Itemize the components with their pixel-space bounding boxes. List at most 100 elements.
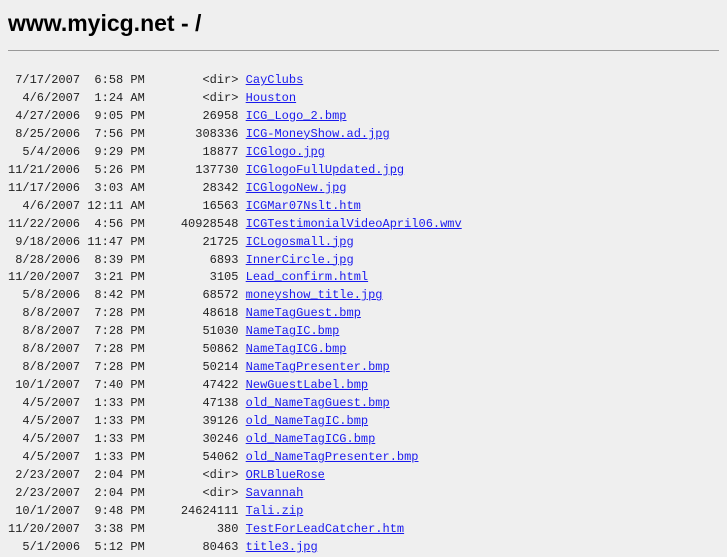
entry-date: 4/6/2007 [22,198,81,213]
entry-time: 11:47 PM [87,234,145,249]
entry-link[interactable]: TestForLeadCatcher.htm [246,522,404,536]
listing-row: 4/5/2007 1:33 PM 39126 old_NameTagIC.bmp [8,414,368,428]
entry-time: 7:28 PM [94,306,145,321]
entry-size: 30246 [202,432,239,447]
entry-size: 18877 [202,144,239,159]
entry-link[interactable]: moneyshow_title.jpg [246,288,383,302]
entry-link[interactable]: old_NameTagGuest.bmp [246,396,390,410]
entry-time: 2:04 PM [94,485,145,500]
listing-row: 8/8/2007 7:28 PM 51030 NameTagIC.bmp [8,324,339,338]
entry-size: 40928548 [180,216,239,231]
listing-row: 4/5/2007 1:33 PM 30246 old_NameTagICG.bm… [8,432,375,446]
entry-date: 11/22/2006 [8,216,81,231]
entry-time: 3:38 PM [94,521,145,536]
entry-size: 137730 [195,162,239,177]
entry-link[interactable]: title3.jpg [246,540,318,554]
entry-time: 2:04 PM [94,467,145,482]
entry-date: 4/27/2006 [15,108,81,123]
entry-link[interactable]: NameTagIC.bmp [246,324,340,338]
entry-size: 80463 [202,539,239,554]
entry-date: 7/17/2007 [15,73,81,87]
entry-date: 8/25/2006 [15,126,81,141]
entry-link[interactable]: InnerCircle.jpg [246,253,354,267]
listing-row: 8/28/2006 8:39 PM 6893 InnerCircle.jpg [8,253,354,267]
listing-row: 2/23/2007 2:04 PM <dir> ORLBlueRose [8,468,325,482]
entry-time: 7:28 PM [94,342,145,357]
entry-time: 9:05 PM [94,108,145,123]
entry-date: 8/8/2007 [22,306,81,321]
entry-date: 11/17/2006 [8,180,81,195]
entry-link[interactable]: ICGMar07Nslt.htm [246,199,361,213]
entry-link[interactable]: ICGlogoFullUpdated.jpg [246,163,404,177]
entry-link[interactable]: CayClubs [246,73,304,87]
entry-time: 8:39 PM [94,252,145,267]
entry-date: 4/5/2007 [22,432,81,447]
listing-row: 10/1/2007 9:48 PM 24624111 Tali.zip [8,504,303,518]
entry-time: 7:56 PM [94,126,145,141]
entry-size: 39126 [202,414,239,429]
listing-row: 2/23/2007 2:04 PM <dir> Savannah [8,486,303,500]
entry-size: 50214 [202,360,239,375]
entry-link[interactable]: old_NameTagPresenter.bmp [246,450,419,464]
listing-row: 5/8/2006 8:42 PM 68572 moneyshow_title.j… [8,288,383,303]
entry-size: 47138 [202,396,239,411]
entry-link[interactable]: NewGuestLabel.bmp [246,378,368,392]
entry-link[interactable]: old_NameTagIC.bmp [246,414,368,428]
entry-size: 24624111 [180,503,239,518]
listing-row: 4/6/2007 12:11 AM 16563 ICGMar07Nslt.htm [8,198,361,213]
listing-row: 11/20/2007 3:38 PM 380 TestForLeadCatche… [8,522,404,536]
listing-row: 11/20/2007 3:21 PM 3105 Lead_confirm.htm… [8,270,368,284]
entry-time: 1:33 PM [94,396,145,411]
entry-size: 308336 [195,126,239,141]
entry-link[interactable]: NameTagICG.bmp [246,342,347,356]
entry-link[interactable]: ICLogosmall.jpg [246,235,354,249]
entry-time: 9:29 PM [94,144,145,159]
entry-size: 380 [216,521,239,536]
entry-time: 1:24 AM [94,90,145,105]
entry-link[interactable]: ICG-MoneyShow.ad.jpg [246,127,390,141]
entry-link[interactable]: ICGlogoNew.jpg [246,181,347,195]
entry-time: 3:21 PM [94,270,145,285]
entry-link[interactable]: old_NameTagICG.bmp [246,432,376,446]
entry-size: 48618 [202,306,239,321]
entry-link[interactable]: Tali.zip [246,504,304,518]
entry-size: <dir> [202,90,239,105]
entry-date: 4/5/2007 [22,396,81,411]
entry-date: 2/23/2007 [15,467,81,482]
entry-time: 1:33 PM [94,414,145,429]
entry-size: 28342 [202,180,239,195]
entry-date: 11/20/2007 [8,521,81,536]
entry-date: 11/20/2007 [8,270,81,285]
listing-row: 9/18/2006 11:47 PM 21725 ICLogosmall.jpg [8,234,354,249]
entry-size: 68572 [202,288,239,303]
entry-link[interactable]: ICGTestimonialVideoApril06.wmv [246,217,462,231]
listing-row: 8/25/2006 7:56 PM 308336 ICG-MoneyShow.a… [8,127,390,141]
entry-time: 1:33 PM [94,432,145,447]
entry-time: 8:42 PM [94,288,145,303]
entry-date: 8/8/2007 [22,360,81,375]
entry-link[interactable]: ICG_Logo_2.bmp [246,109,347,123]
entry-date: 10/1/2007 [15,503,81,518]
entry-link[interactable]: ICGlogo.jpg [246,145,325,159]
listing-row: 5/4/2006 9:29 PM 18877 ICGlogo.jpg [8,144,325,159]
entry-date: 4/5/2007 [22,450,81,465]
entry-size: <dir> [202,467,239,482]
listing-row: 11/21/2006 5:26 PM 137730 ICGlogoFullUpd… [8,163,404,177]
entry-link[interactable]: Houston [246,91,296,105]
entry-link[interactable]: NameTagPresenter.bmp [246,360,390,374]
entry-size: <dir> [202,73,239,87]
listing-row: 4/5/2007 1:33 PM 47138 old_NameTagGuest.… [8,396,390,411]
entry-date: 8/8/2007 [22,342,81,357]
entry-link[interactable]: Lead_confirm.html [246,270,368,284]
entry-time: 7:28 PM [94,324,145,339]
entry-link[interactable]: ORLBlueRose [246,468,325,482]
entry-link[interactable]: NameTagGuest.bmp [246,306,361,320]
entry-size: 21725 [202,234,239,249]
entry-size: 26958 [202,108,239,123]
listing-row: 4/5/2007 1:33 PM 54062 old_NameTagPresen… [8,450,419,465]
entry-link[interactable]: Savannah [246,486,304,500]
entry-size: 6893 [209,252,239,267]
entry-size: 47422 [202,378,239,393]
entry-time: 9:48 PM [94,503,145,518]
listing-row: 10/1/2007 7:40 PM 47422 NewGuestLabel.bm… [8,378,368,392]
